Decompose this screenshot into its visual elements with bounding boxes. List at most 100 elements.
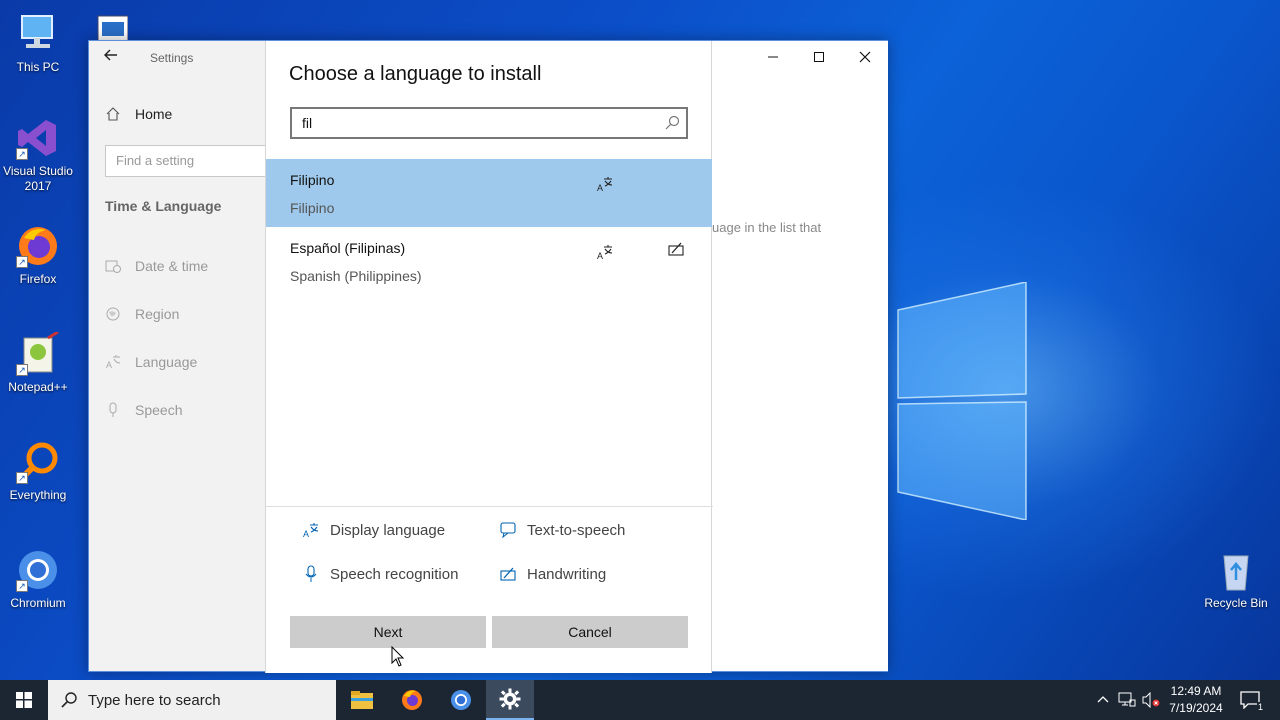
network-icon	[1118, 692, 1136, 707]
taskbar-settings[interactable]	[486, 680, 534, 720]
desktop-icon-recycle-bin[interactable]: Recycle Bin	[1198, 548, 1274, 611]
desktop-icon-label: Everything	[9, 488, 67, 502]
everything-icon: ↗	[16, 440, 60, 484]
legend-handwriting: Handwriting	[499, 565, 606, 583]
windows-logo-wallpaper	[897, 282, 1027, 520]
language-icon: A	[105, 354, 121, 370]
chevron-up-icon	[1097, 696, 1109, 703]
back-arrow-icon	[104, 49, 117, 61]
taskbar-search-placeholder: Type here to search	[88, 691, 221, 709]
shortcut-arrow-icon: ↗	[16, 580, 28, 592]
chromium-icon	[451, 690, 471, 710]
sidebar-item-speech[interactable]: Speech	[105, 398, 182, 422]
language-english-name: Spanish (Philippines)	[290, 268, 422, 284]
minimize-icon	[768, 56, 778, 58]
tray-overflow-button[interactable]	[1093, 690, 1113, 710]
legend-label: Speech recognition	[330, 565, 459, 583]
tray-volume-button[interactable]	[1141, 690, 1161, 710]
app-title: Settings	[150, 51, 194, 65]
maximize-icon	[814, 52, 824, 62]
legend-label: Text-to-speech	[527, 521, 626, 539]
desktop-icon-chromium[interactable]: ↗ Chromium	[0, 548, 76, 611]
taskbar-clock[interactable]: 12:49 AM 7/19/2024	[1160, 683, 1232, 717]
legend-speech-recognition: Speech recognition	[302, 565, 458, 583]
svg-text:A: A	[303, 529, 309, 539]
clock-date: 7/19/2024	[1169, 701, 1223, 715]
language-search-input[interactable]	[292, 109, 632, 137]
desktop-icon-label: This PC	[16, 60, 60, 74]
action-center-button[interactable]: 1	[1238, 690, 1264, 712]
desktop-icon-visual-studio[interactable]: ↗ Visual Studio 2017	[0, 116, 76, 194]
search-icon	[61, 692, 77, 708]
svg-text:A: A	[106, 360, 112, 370]
sidebar-item-home[interactable]: Home	[105, 102, 172, 126]
language-result-filipino[interactable]: Filipino Filipino A	[266, 159, 712, 227]
desktop-icon-label: Visual Studio 2017	[3, 164, 73, 193]
dialog-title: Choose a language to install	[289, 63, 542, 85]
taskbar-chromium[interactable]	[437, 680, 485, 720]
find-setting-input[interactable]: Find a setting	[105, 145, 275, 177]
language-name: Español (Filipinas)	[290, 240, 406, 256]
taskbar-file-explorer[interactable]	[338, 680, 386, 720]
section-heading: Time & Language	[105, 198, 222, 214]
home-icon	[105, 106, 121, 122]
next-button[interactable]: Next	[290, 616, 486, 648]
legend-display-language: A Display language	[302, 521, 445, 540]
taskbar-firefox[interactable]	[388, 680, 436, 720]
desktop-icon-label: Chromium	[10, 596, 66, 610]
calendar-clock-icon	[105, 258, 121, 274]
handwriting-icon	[668, 242, 684, 256]
desktop-icon-label: Notepad++	[8, 380, 68, 394]
visual-studio-icon: ↗	[16, 116, 60, 160]
content-area	[712, 41, 888, 671]
minimize-button[interactable]	[750, 41, 796, 73]
this-pc-icon	[16, 12, 60, 56]
gear-icon	[499, 688, 521, 710]
svg-text:A: A	[597, 251, 603, 261]
volume-muted-icon	[1142, 692, 1160, 708]
sidebar-item-region[interactable]: Region	[105, 302, 179, 326]
close-icon	[859, 51, 871, 63]
chromium-icon: ↗	[16, 548, 60, 592]
start-button[interactable]	[0, 680, 48, 720]
desktop-icon-label: Recycle Bin	[1204, 596, 1268, 610]
desktop-icon-label: Firefox	[19, 272, 57, 286]
microphone-icon	[305, 565, 317, 582]
shortcut-arrow-icon: ↗	[16, 256, 28, 268]
sidebar-item-label: Home	[135, 106, 173, 122]
language-search-box[interactable]	[290, 107, 688, 139]
desktop-icon-firefox[interactable]: ↗ Firefox	[0, 224, 76, 287]
choose-language-dialog: Choose a language to install Filipino Fi…	[265, 41, 713, 673]
windows-start-icon	[16, 692, 32, 708]
sidebar-item-date-time[interactable]: Date & time	[105, 254, 208, 278]
cancel-button[interactable]: Cancel	[492, 616, 688, 648]
sidebar-item-label: Language	[135, 354, 198, 370]
clock-time: 12:49 AM	[1170, 684, 1222, 698]
taskbar: Type here to search 12:49 AM 7/19/2024 1	[0, 680, 1280, 720]
language-result-spanish-philippines[interactable]: Español (Filipinas) Spanish (Philippines…	[266, 227, 712, 295]
tray-network-button[interactable]	[1117, 690, 1137, 710]
svg-text:A: A	[597, 183, 603, 193]
back-button[interactable]	[103, 47, 123, 67]
find-setting-placeholder: Find a setting	[116, 153, 195, 168]
notepadpp-icon: ↗	[16, 330, 60, 376]
legend-label: Handwriting	[527, 565, 607, 583]
maximize-button[interactable]	[796, 41, 842, 73]
legend-text-to-speech: Text-to-speech	[499, 521, 625, 539]
sidebar-item-label: Speech	[135, 402, 183, 418]
close-button[interactable]	[842, 41, 888, 73]
taskbar-search-box[interactable]: Type here to search	[48, 680, 336, 720]
desktop-icon-notepadpp[interactable]: ↗ Notepad++	[0, 330, 76, 395]
file-explorer-icon	[351, 691, 373, 709]
text-to-speech-icon	[500, 522, 516, 539]
sidebar-item-label: Region	[135, 306, 180, 322]
firefox-icon: ↗	[16, 224, 60, 268]
desktop-icon-everything[interactable]: ↗ Everything	[0, 440, 76, 503]
sidebar-item-language[interactable]: A Language	[105, 350, 197, 374]
recycle-bin-icon	[1214, 548, 1258, 592]
settings-sidebar: Settings Home Find a setting Time & Lang…	[89, 41, 275, 671]
microphone-icon	[105, 402, 121, 418]
desktop-icon-this-pc[interactable]: This PC	[0, 12, 76, 75]
display-language-icon: A	[597, 177, 613, 193]
mouse-cursor-icon	[391, 646, 405, 667]
